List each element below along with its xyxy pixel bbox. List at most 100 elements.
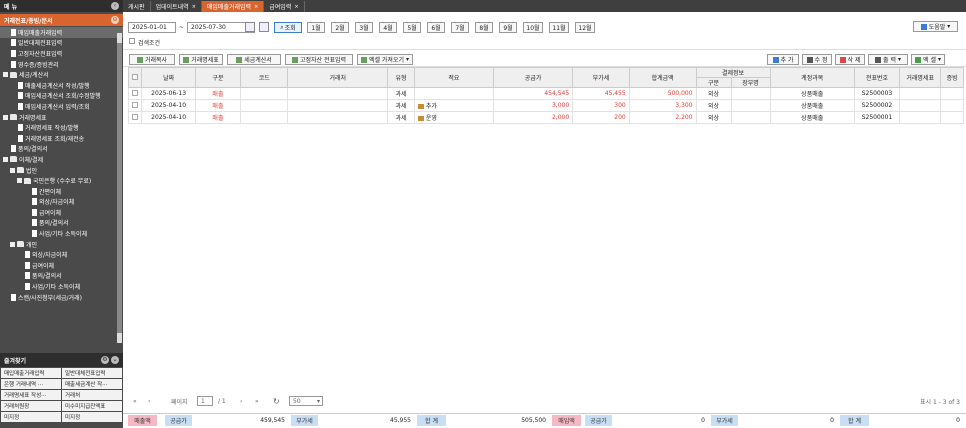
action-right-button-2[interactable]: 삭 제 [835, 54, 865, 65]
col-code[interactable]: 코드 [240, 67, 289, 88]
menu-item[interactable]: 급여이체 [0, 260, 123, 271]
cell-statement[interactable] [899, 87, 942, 100]
date-from-input[interactable]: 2025-01-01 [128, 22, 176, 33]
col-total[interactable]: 합계금액 [628, 67, 697, 88]
menu-item[interactable]: 영수증/증빙관리 [0, 59, 123, 70]
menu-item[interactable]: 매입매출거래입력 [0, 27, 123, 38]
cell-memo[interactable]: 추가 [413, 99, 495, 112]
month-button-7[interactable]: 7월 [451, 22, 469, 33]
month-button-9[interactable]: 9월 [499, 22, 517, 33]
cell-supply[interactable]: 454,545 [492, 87, 574, 100]
help-button[interactable]: 도움말 ▾ [913, 21, 958, 32]
favorite-item[interactable]: 매입매출거래입력 [1, 368, 61, 378]
tab-1[interactable]: 업데이트내역 × [151, 1, 202, 12]
menu-item[interactable]: 사업/기타 소득이체 [0, 228, 123, 239]
cell-pay[interactable]: 외상 [695, 111, 732, 124]
favorite-item[interactable]: 미지정 [1, 412, 61, 422]
table-row[interactable]: 2025-06-13 매출 과세 454,545 45,455 500,000 외상 상품매출… [127, 87, 964, 100]
search-condition-checkbox[interactable] [129, 38, 135, 44]
menu-item[interactable]: 이체/결제 [0, 154, 123, 165]
action-right-button-0[interactable]: 추 가 [767, 54, 799, 65]
cell-voucher[interactable]: S2500003 [853, 87, 901, 100]
favorite-item[interactable]: 매출세금계산 작··· [62, 379, 122, 389]
action-right-button-1[interactable]: 수 정 [802, 54, 832, 65]
menu-item[interactable]: 고정자산전표입력 [0, 48, 123, 59]
cell-total[interactable]: 3,300 [628, 99, 697, 112]
cell-kind[interactable]: 매출 [194, 87, 242, 100]
favorite-item[interactable]: 거래명세표 작성··· [1, 390, 61, 400]
calendar-icon[interactable] [245, 22, 255, 32]
month-button-12[interactable]: 12월 [575, 22, 595, 33]
cell-code[interactable] [240, 99, 289, 112]
next-page-icon[interactable]: › [240, 398, 242, 405]
cell-vat[interactable]: 200 [572, 111, 630, 124]
calendar-range-icon[interactable] [259, 22, 269, 32]
favorite-item[interactable]: 은행 거래내역 ··· [1, 379, 61, 389]
cell-kind[interactable]: 매출 [194, 111, 242, 124]
table-row[interactable]: 2025-04-10 매출 과세 운영 2,000 200 2,200 외상 상품매출 S2500… [127, 111, 964, 124]
menu-item[interactable]: 법인 [0, 165, 123, 176]
expand-icon[interactable] [17, 178, 22, 184]
cell-type[interactable]: 과세 [387, 87, 415, 100]
cell-type[interactable]: 과세 [387, 111, 415, 124]
col-memo[interactable]: 적요 [413, 67, 495, 88]
cell-total[interactable]: 500,000 [628, 87, 697, 100]
col-evidence[interactable]: 증빙 [940, 67, 964, 88]
cell-total[interactable]: 2,200 [628, 111, 697, 124]
col-pay-book[interactable]: 장부명 [730, 77, 771, 88]
row-checkbox[interactable] [127, 87, 143, 100]
first-page-icon[interactable]: « [133, 398, 137, 405]
menu-item[interactable]: 거래명세표 작성/발행 [0, 122, 123, 133]
col-statement[interactable]: 거래명세표 [899, 67, 942, 88]
menu-item[interactable]: 일반대체전표입력 [0, 38, 123, 49]
cell-vat[interactable]: 300 [572, 99, 630, 112]
favorite-item[interactable]: 미수미지급잔액표 [62, 401, 122, 411]
cell-voucher[interactable]: S2500001 [853, 111, 901, 124]
page-input[interactable]: 1 [197, 396, 213, 406]
month-button-10[interactable]: 10월 [523, 22, 543, 33]
tab-2[interactable]: 매입매출거래입력 × [201, 1, 265, 12]
menu-item[interactable]: 세금/계산서 [0, 69, 123, 80]
col-vat[interactable]: 부가세 [572, 67, 630, 88]
cell-vendor[interactable] [287, 87, 389, 100]
cell-supply[interactable]: 3,000 [492, 99, 574, 112]
cell-code[interactable] [240, 111, 289, 124]
menu-item[interactable]: 품의/결의서 [0, 218, 123, 229]
cell-memo[interactable]: 운영 [413, 111, 495, 124]
col-kind[interactable]: 구분 [194, 67, 242, 88]
col-voucher[interactable]: 전표번호 [853, 67, 901, 88]
action-button-2[interactable]: 세금계산서 [227, 54, 281, 65]
expand-icon[interactable] [3, 156, 8, 162]
cell-book[interactable] [730, 87, 771, 100]
col-type[interactable]: 유형 [387, 67, 415, 88]
col-supply[interactable]: 공급가 [492, 67, 574, 88]
cell-account[interactable]: 상품매출 [769, 99, 855, 112]
action-button-1[interactable]: 거래명세표 [179, 54, 223, 65]
cell-book[interactable] [730, 99, 771, 112]
action-right-button-3[interactable]: 출 력 ▾ [868, 54, 908, 65]
table-row[interactable]: 2025-04-10 매출 과세 추가 3,000 300 3,300 외상 상품매출 S2500… [127, 99, 964, 112]
month-button-2[interactable]: 2월 [331, 22, 349, 33]
month-button-11[interactable]: 11월 [549, 22, 569, 33]
row-checkbox[interactable] [127, 111, 143, 124]
cell-date[interactable]: 2025-04-10 [141, 99, 196, 112]
tab-3[interactable]: 급여입력 × [264, 1, 305, 12]
last-page-icon[interactable]: » [255, 398, 259, 405]
month-button-4[interactable]: 4월 [379, 22, 397, 33]
tab-0[interactable]: 게시판 [123, 1, 151, 12]
sidebar-section-header[interactable]: 거래전표/증빙/문서 ⊖ [0, 14, 123, 26]
settings-icon[interactable]: ⚙ [101, 356, 109, 364]
cell-type[interactable]: 과세 [387, 99, 415, 112]
col-account[interactable]: 계정과목 [769, 67, 855, 88]
cell-memo[interactable] [413, 87, 495, 100]
month-button-3[interactable]: 3월 [355, 22, 373, 33]
menu-item[interactable]: 품의/결의서 [0, 144, 123, 155]
cell-account[interactable]: 상품매출 [769, 87, 855, 100]
menu-item[interactable]: 간편이체 [0, 186, 123, 197]
cell-pay[interactable]: 외상 [695, 87, 732, 100]
chevron-down-icon[interactable]: ⌄ [111, 356, 119, 364]
cell-date[interactable]: 2025-04-10 [141, 111, 196, 124]
col-date[interactable]: 날짜 [141, 67, 196, 88]
menu-item[interactable]: 거래명세표 조회/재전송 [0, 133, 123, 144]
select-all-header[interactable] [127, 67, 143, 88]
